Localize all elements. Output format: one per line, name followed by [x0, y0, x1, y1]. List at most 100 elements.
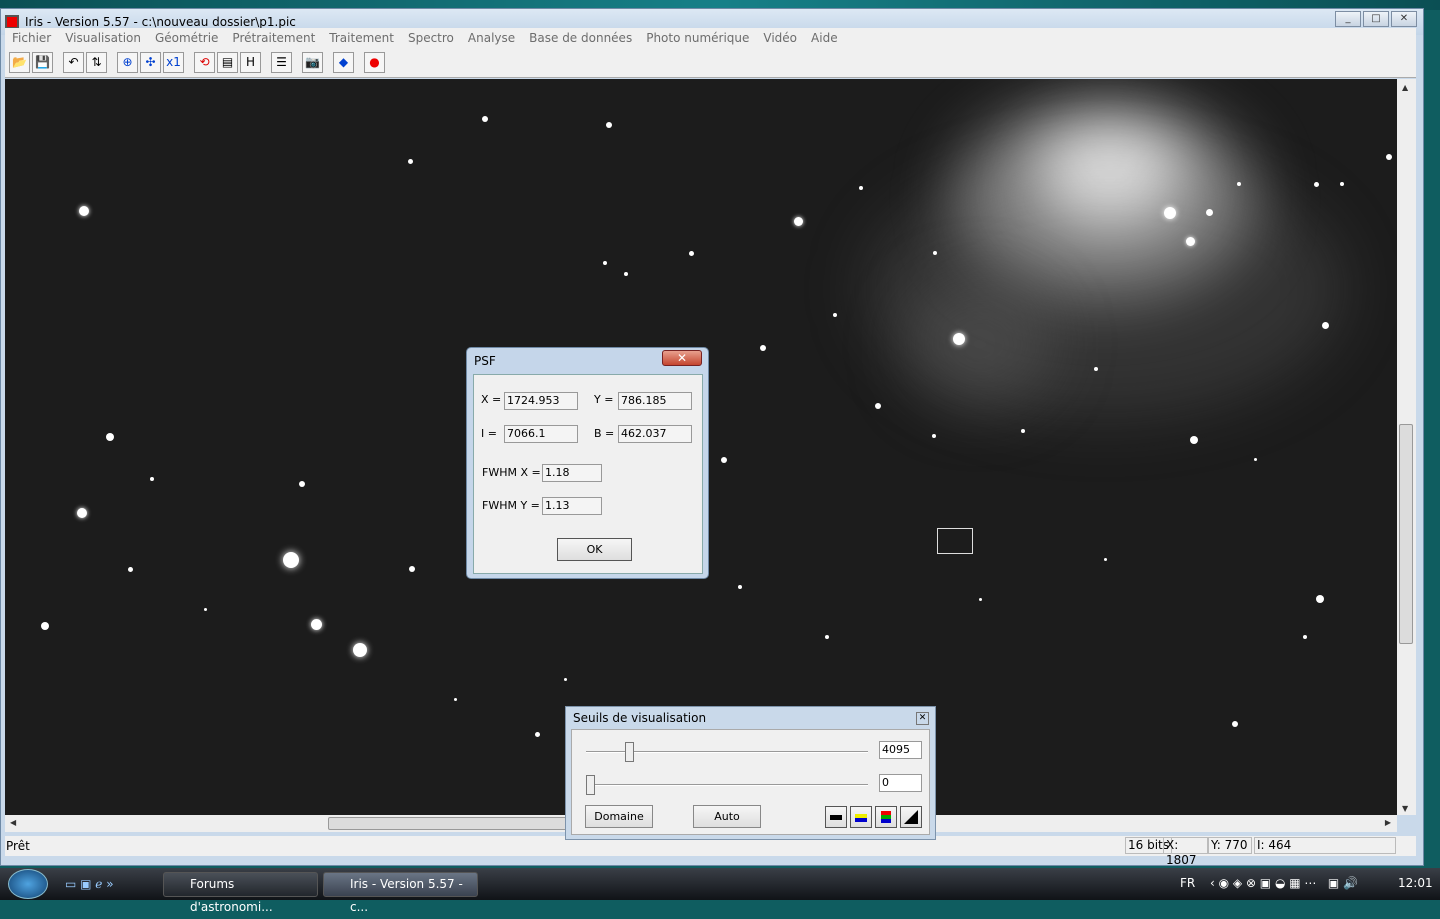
- rotate-icon[interactable]: ⟲: [194, 52, 215, 73]
- fwhm-x-field[interactable]: 1.18: [542, 464, 602, 482]
- clock[interactable]: 12:01: [1398, 876, 1433, 890]
- star: [933, 251, 937, 255]
- threshold-icon[interactable]: ⇅: [86, 52, 107, 73]
- low-threshold-input[interactable]: 0: [879, 774, 922, 792]
- ok-button[interactable]: OK: [557, 538, 632, 561]
- menu-4[interactable]: Traitement: [322, 31, 401, 45]
- menu-5[interactable]: Spectro: [401, 31, 461, 45]
- star: [453, 697, 457, 701]
- minimize-button[interactable]: _: [1335, 11, 1361, 27]
- star: [859, 186, 863, 190]
- high-threshold-input[interactable]: 4095: [879, 741, 922, 759]
- high-threshold-handle[interactable]: [625, 742, 635, 762]
- star: [1386, 154, 1392, 160]
- star: [721, 457, 727, 463]
- star: [127, 566, 133, 572]
- y-label: Y =: [594, 393, 614, 406]
- app-icon: [5, 15, 19, 29]
- palette-icon[interactable]: ▤: [217, 52, 238, 73]
- star: [825, 635, 829, 639]
- domaine-button[interactable]: Domaine: [585, 805, 653, 828]
- star: [407, 158, 413, 164]
- diamond-icon[interactable]: ◆: [333, 52, 354, 73]
- selection-box[interactable]: [937, 528, 973, 554]
- star: [1313, 181, 1319, 187]
- cursor-x: X: 1807: [1163, 837, 1208, 867]
- star: [1205, 208, 1213, 216]
- star: [1185, 236, 1195, 246]
- menu-bar: Fichier Visualisation Géométrie Prétraiteme…: [5, 28, 1416, 48]
- star: [283, 552, 299, 568]
- undo-icon[interactable]: ↶: [63, 52, 84, 73]
- menu-7[interactable]: Base de données: [522, 31, 639, 45]
- camera-icon[interactable]: 📷: [302, 52, 323, 73]
- fwhm-x-label: FWHM X =: [482, 466, 541, 479]
- star: [482, 116, 488, 122]
- star: [738, 585, 742, 589]
- menu-9[interactable]: Vidéo: [756, 31, 804, 45]
- gradient-palette-button[interactable]: [900, 806, 922, 828]
- menu-6[interactable]: Analyse: [461, 31, 522, 45]
- star: [624, 272, 628, 276]
- taskbar-iris[interactable]: Iris - Version 5.57 - c...: [323, 872, 478, 914]
- color-palette-button[interactable]: [850, 806, 872, 828]
- open-icon[interactable]: 📂: [9, 52, 30, 73]
- threshold-title: Seuils de visualisation: [573, 711, 707, 725]
- y-field[interactable]: 786.185: [618, 392, 692, 410]
- b-field[interactable]: 462.037: [618, 425, 692, 443]
- zoom-out-icon[interactable]: ✣: [140, 52, 161, 73]
- close-button[interactable]: ✕: [1391, 11, 1417, 27]
- zoom-1x-icon[interactable]: x1: [163, 52, 184, 73]
- b-label: B =: [594, 427, 615, 440]
- window-title: Iris - Version 5.57 - c:\nouveau dossier…: [25, 15, 296, 29]
- save-icon[interactable]: 💾: [32, 52, 53, 73]
- menu-10[interactable]: Aide: [804, 31, 845, 45]
- taskbar-firefox[interactable]: Forums d'astronomi...: [163, 872, 318, 914]
- tray-icons[interactable]: ‹ ◉ ◈ ⊗ ▣ ◒ ▦ ⋯ ▣ 🔊: [1210, 876, 1358, 890]
- quick-launch-icons[interactable]: ▭ ▣ ℯ »: [65, 877, 114, 891]
- star: [1321, 321, 1329, 329]
- start-button[interactable]: [8, 869, 48, 899]
- rgb-palette-button[interactable]: [875, 806, 897, 828]
- low-threshold-handle[interactable]: [586, 775, 595, 795]
- psf-dialog: PSF ✕ X = 1724.953 Y = 786.185 I = 7066.…: [466, 347, 709, 579]
- auto-button[interactable]: Auto: [693, 805, 761, 828]
- zoom-in-icon[interactable]: ⊕: [117, 52, 138, 73]
- panel-close-button[interactable]: ✕: [916, 712, 929, 725]
- list-icon[interactable]: ☰: [271, 52, 292, 73]
- star: [760, 345, 766, 351]
- record-icon[interactable]: ●: [364, 52, 385, 73]
- star: [1164, 207, 1176, 219]
- i-field[interactable]: 7066.1: [504, 425, 578, 443]
- star: [310, 618, 322, 630]
- i-label: I =: [481, 427, 497, 440]
- star: [150, 477, 154, 481]
- fwhm-y-label: FWHM Y =: [482, 499, 540, 512]
- vertical-scrollbar[interactable]: ▲ ▼: [1397, 79, 1416, 815]
- star: [299, 481, 305, 487]
- psf-close-button[interactable]: ✕: [662, 350, 702, 366]
- star: [833, 313, 837, 317]
- menu-0[interactable]: Fichier: [5, 31, 58, 45]
- language-indicator[interactable]: FR: [1180, 876, 1195, 890]
- menu-2[interactable]: Géométrie: [148, 31, 225, 45]
- menu-1[interactable]: Visualisation: [58, 31, 148, 45]
- star: [203, 607, 207, 611]
- fwhm-y-field[interactable]: 1.13: [542, 497, 602, 515]
- star: [1253, 457, 1257, 461]
- toolbar: 📂 💾 ↶ ⇅ ⊕ ✣ x1 ⟲ ▤ H ☰ 📷 ◆ ●: [5, 48, 1416, 78]
- low-threshold-slider[interactable]: [586, 784, 868, 786]
- histogram-icon[interactable]: H: [240, 52, 261, 73]
- star: [1021, 429, 1025, 433]
- star: [1103, 557, 1107, 561]
- star: [606, 122, 612, 128]
- taskbar: ▭ ▣ ℯ » Forums d'astronomi... Iris - Ver…: [0, 868, 1440, 914]
- x-label: X =: [481, 393, 502, 406]
- menu-3[interactable]: Prétraitement: [225, 31, 322, 45]
- grayscale-palette-button[interactable]: [825, 806, 847, 828]
- menu-8[interactable]: Photo numérique: [639, 31, 756, 45]
- maximize-button[interactable]: □: [1363, 11, 1389, 27]
- star: [793, 216, 803, 226]
- star: [79, 206, 89, 216]
- x-field[interactable]: 1724.953: [504, 392, 578, 410]
